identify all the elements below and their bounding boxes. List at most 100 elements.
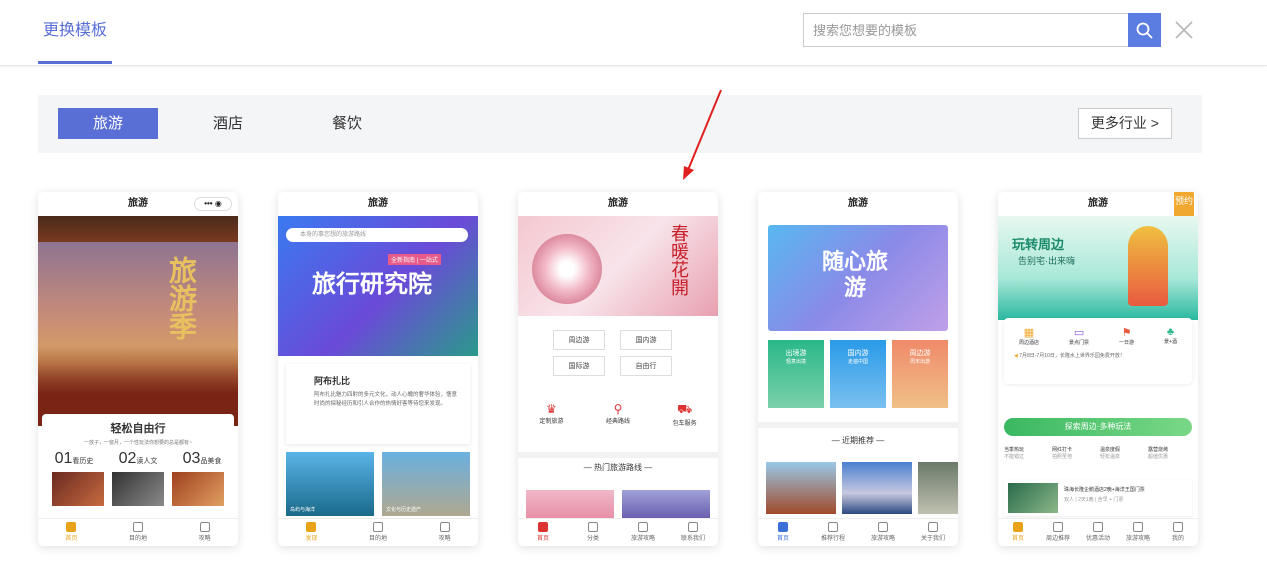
feature-item[interactable]: 当季热玩 不能错过 [1004, 446, 1048, 460]
tag-free-travel[interactable]: 自由行 [620, 356, 672, 376]
feature-item[interactable]: 温泉度假 轻松温泉 [1100, 446, 1144, 460]
nav-home[interactable]: 首页 [38, 519, 105, 546]
stat-item: 02读人文 [118, 450, 158, 467]
content-panel: 轻松自由行 一放子，一窗月，一个性玩法你想要的总是都有~ 01看历史 02读人文… [42, 414, 234, 512]
tab-change-template[interactable]: 更换模板 [38, 0, 113, 64]
nav-about[interactable]: 关于我们 [908, 519, 958, 546]
search-box [803, 13, 1161, 47]
tag-international[interactable]: 国际游 [553, 356, 605, 376]
nav-nearby[interactable]: 周边推荐 [1038, 519, 1078, 546]
close-icon[interactable] [1172, 18, 1196, 42]
nav-promo[interactable]: 优惠活动 [1078, 519, 1118, 546]
service-custom[interactable]: ♛ 定制旅游 [539, 402, 563, 427]
home-icon [306, 522, 317, 532]
article-panel: 阿布扎比 阿布扎比魅力四射的多元文化，动人心魄的奢华体验，惬意时尚的探秘经历和引… [286, 364, 470, 444]
nav-home[interactable]: 首页 [758, 519, 808, 546]
document-icon [638, 522, 648, 532]
crown-icon: ♛ [545, 402, 557, 416]
nav-contact[interactable]: 联系我们 [668, 519, 718, 546]
stat-item: 01看历史 [54, 450, 94, 467]
banner-sub: 告别宅·出来嗨 [1018, 256, 1075, 266]
nav-home[interactable]: 首页 [998, 519, 1038, 546]
tile-nearby[interactable]: 周边游 周末出游 [892, 340, 948, 408]
tree-icon: ♣ [1166, 326, 1175, 338]
section-subtitle: 一放子，一窗月，一个性玩法你想要的总是都有~ [84, 440, 192, 446]
nav-guide[interactable]: 旅游攻略 [618, 519, 668, 546]
search-button[interactable] [1128, 13, 1161, 47]
search-input[interactable] [803, 13, 1129, 47]
icon-package[interactable]: ♣ 景+酒 [1164, 326, 1177, 346]
flag-icon: ⚑ [1121, 327, 1132, 339]
nav-home[interactable]: 首页 [518, 519, 568, 546]
route-photo[interactable] [526, 490, 614, 518]
category-tab-hotel[interactable]: 酒店 [178, 108, 278, 139]
tag-nearby[interactable]: 周边游 [553, 330, 605, 350]
feature-item[interactable]: 网红打卡 拍照圣地 [1052, 446, 1096, 460]
tile-domestic[interactable]: 国内游 走遍中国 [830, 340, 886, 408]
user-icon [1173, 522, 1183, 532]
stat-item: 03品美食 [182, 450, 222, 467]
home-icon [778, 522, 788, 532]
speaker-icon: ◀ [1014, 353, 1018, 359]
listing-item[interactable]: 珠海长隆企鹅酒店2晚+海洋王国门票 双人 | 2天1晚 | 含早 + 门票 [1004, 480, 1192, 516]
grid-icon [588, 522, 598, 532]
banner-text: 旅游季 [165, 256, 198, 340]
grid-icon [828, 522, 838, 532]
card-title: 旅游 [848, 198, 868, 209]
capsule-menu-icon: ••• ◉ [194, 197, 232, 211]
home-icon [1013, 522, 1023, 532]
recommend-photo[interactable] [842, 462, 912, 514]
home-icon [538, 522, 548, 532]
nav-category[interactable]: 分类 [568, 519, 618, 546]
document-icon [439, 522, 450, 532]
nav-guide[interactable]: 旅游攻略 [858, 519, 908, 546]
category-tab-dining[interactable]: 餐饮 [297, 108, 397, 139]
icon-panel: ▦ 周边酒店 ▭ 景点门票 ⚑ 一日游 ♣ 景+酒 ◀ 7月8日-7月10日，长隆水上世… [1004, 318, 1192, 384]
nav-guide[interactable]: 攻略 [411, 519, 478, 546]
photo-card[interactable]: 岛屿与海洋 [286, 452, 374, 516]
document-icon [878, 522, 888, 532]
template-card-2[interactable]: 旅游 本身的事您想的旅游路线 旅行研究院 全新指南 | 一站式 阿布扎比 阿布扎… [278, 192, 478, 546]
template-card-1[interactable]: 旅游 ••• ◉ 旅游季 轻松自由行 一放子，一窗月，一个性玩法你想要的总是都有~… [38, 192, 238, 546]
template-card-3[interactable]: 旅游 春暖花開 周边游 国内游 国际游 自由行 ♛ 定制旅游 ⚲ 经典路线 ⛟ 包车服… [518, 192, 718, 546]
bottom-nav: 首页 周边推荐 优惠活动 旅游攻略 我的 [998, 518, 1198, 546]
bed-icon: ▦ [1023, 327, 1035, 339]
nav-destination[interactable]: 目的地 [105, 519, 172, 546]
nav-destination[interactable]: 目的地 [345, 519, 412, 546]
icon-tickets[interactable]: ▭ 景点门票 [1069, 326, 1089, 346]
article-body: 阿布扎比魅力四射的多元文化，动人心魄的奢华体验，惬意时尚的探秘经历和引人合作的热… [314, 392, 458, 407]
feature-item[interactable]: 露营烧烤 超值优惠 [1148, 446, 1192, 460]
tile-outbound[interactable]: 出境游 惬意出境 [768, 340, 824, 408]
template-card-5[interactable]: 旅游 预约 玩转周边 告别宅·出来嗨 ▦ 周边酒店 ▭ 景点门票 ⚑ 一日游 ♣ 景+酒… [998, 192, 1198, 546]
category-tab-travel[interactable]: 旅游 [58, 108, 158, 139]
icon-hotel[interactable]: ▦ 周边酒店 [1019, 326, 1039, 346]
nav-guide[interactable]: 攻略 [171, 519, 238, 546]
nav-recommend[interactable]: 推荐行程 [808, 519, 858, 546]
recommend-photo[interactable] [766, 462, 836, 514]
template-card-4[interactable]: 旅游 随心旅游 出境游 惬意出境 国内游 走遍中国 周边游 周末出游 — 近期推荐 —… [758, 192, 958, 546]
section-title: — 热门旅游路线 — [583, 463, 653, 472]
search-bar[interactable]: 本身的事您想的旅游路线 [286, 228, 468, 242]
photo-card[interactable]: 文化与历史遗产 [382, 452, 470, 516]
bottom-nav: 首页 分类 旅游攻略 联系我们 [518, 518, 718, 546]
recommend-photo[interactable] [918, 462, 958, 514]
nav-guide[interactable]: 旅游攻略 [1118, 519, 1158, 546]
card-title: 旅游 [368, 198, 388, 209]
tag-domestic[interactable]: 国内游 [620, 330, 672, 350]
banner-tag: 全新指南 | 一站式 [388, 254, 441, 265]
icon-daytrip[interactable]: ⚑ 一日游 [1119, 326, 1134, 346]
card-title: 旅游 ••• ◉ [38, 192, 238, 216]
service-route[interactable]: ⚲ 经典路线 [606, 402, 630, 427]
location-icon: ⚲ [613, 402, 623, 416]
section-title: 探索周边·多种玩法 [1004, 418, 1192, 436]
banner-text: 旅行研究院 [312, 271, 432, 298]
grid-icon [133, 522, 143, 532]
nav-mine[interactable]: 我的 [1158, 519, 1198, 546]
bottom-nav: 首页 目的地 攻略 [38, 518, 238, 546]
article-title: 阿布扎比 [314, 376, 351, 386]
service-car[interactable]: ⛟ 包车服务 [673, 402, 697, 427]
route-photo[interactable] [622, 490, 710, 518]
tile-row: 出境游 惬意出境 国内游 走遍中国 周边游 周末出游 [768, 340, 948, 408]
more-industries-button[interactable]: 更多行业 > [1077, 108, 1172, 139]
nav-discover[interactable]: 发现 [278, 519, 345, 546]
